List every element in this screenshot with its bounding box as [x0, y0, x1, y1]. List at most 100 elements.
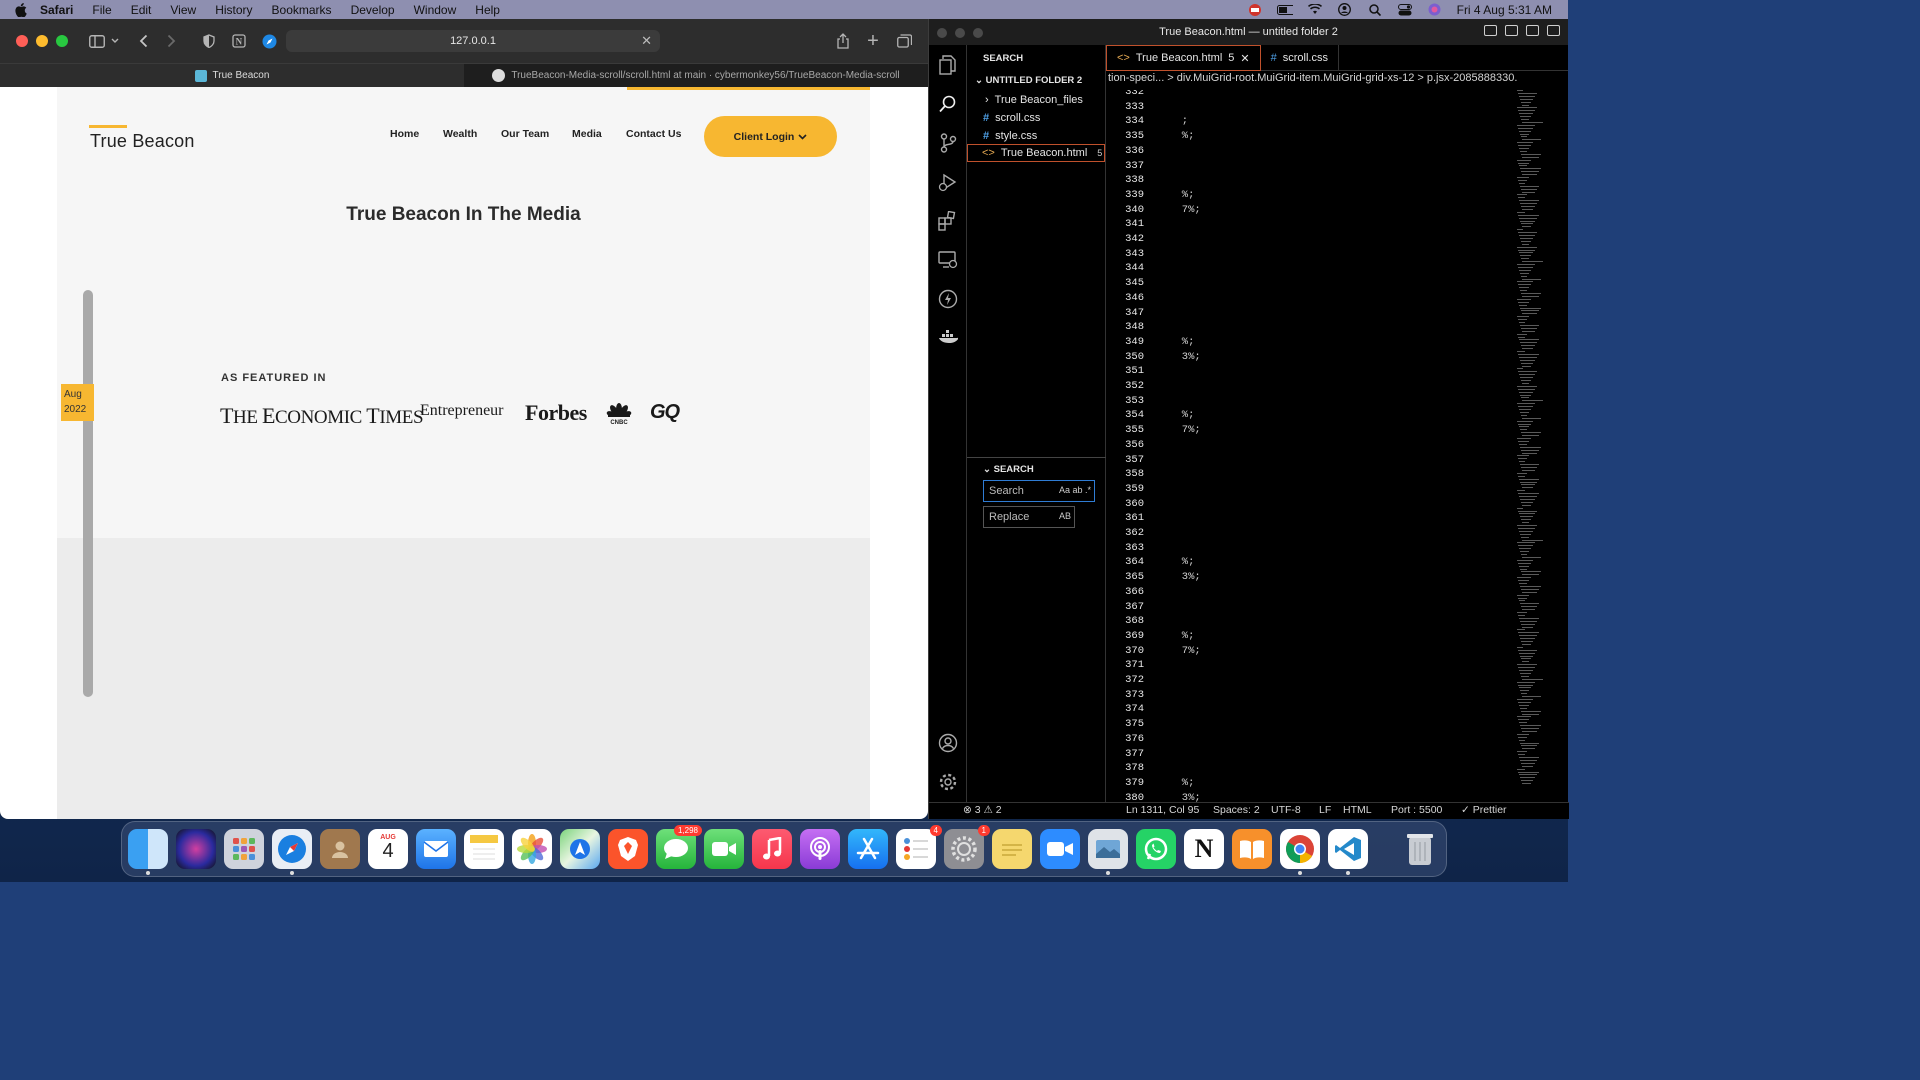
siri-icon[interactable] — [176, 829, 216, 869]
file-item-true-beacon-html[interactable]: <> True Beacon.html 5 — [967, 144, 1105, 162]
trash-icon[interactable] — [1400, 829, 1440, 869]
menu-edit[interactable]: Edit — [131, 3, 152, 17]
settings-gear-icon[interactable] — [938, 772, 958, 792]
timeline-date-badge[interactable]: Aug 2022 — [61, 384, 94, 421]
whatsapp-icon[interactable] — [1136, 829, 1176, 869]
code-line[interactable]: 348 — [1106, 321, 1144, 336]
chrome-icon[interactable] — [1280, 829, 1320, 875]
stickies-icon[interactable] — [992, 829, 1032, 869]
new-tab-icon[interactable]: + — [862, 30, 884, 52]
code-line[interactable]: 344 — [1106, 262, 1144, 277]
problems-status[interactable]: ⊗ 3 ⚠ 2 — [963, 804, 1002, 816]
code-line[interactable]: 341 — [1106, 218, 1144, 233]
language-mode-status[interactable]: HTML — [1343, 804, 1372, 816]
battery-icon[interactable] — [1276, 4, 1293, 16]
replace-input[interactable]: Replace AB — [983, 506, 1075, 528]
code-line[interactable]: 378 — [1106, 762, 1144, 777]
mail-icon[interactable] — [416, 829, 456, 869]
code-line[interactable]: 373 — [1106, 689, 1144, 704]
notion-extension-icon[interactable]: N — [228, 30, 250, 52]
code-line[interactable]: 369 %; — [1106, 630, 1194, 645]
explorer-icon[interactable] — [938, 55, 958, 75]
forward-icon[interactable] — [160, 30, 182, 52]
run-debug-icon[interactable] — [938, 172, 958, 192]
tab-true-beacon-html[interactable]: <> True Beacon.html 5 ✕ — [1106, 45, 1261, 71]
minimize-window-button[interactable] — [955, 28, 965, 38]
menu-history[interactable]: History — [215, 3, 252, 17]
apple-icon[interactable] — [14, 2, 28, 17]
code-line[interactable]: 335 %; — [1106, 130, 1194, 145]
toggle-panel-icon[interactable] — [1505, 25, 1518, 36]
indentation-status[interactable]: Spaces: 2 — [1213, 804, 1260, 816]
minimize-window-button[interactable] — [36, 35, 48, 47]
code-line[interactable]: 347 — [1106, 307, 1144, 322]
extension-compass-icon[interactable] — [258, 30, 280, 52]
close-tab-icon[interactable]: ✕ — [1240, 52, 1249, 65]
spotlight-search-icon[interactable] — [1367, 3, 1383, 16]
search-icon[interactable] — [938, 94, 958, 114]
code-line[interactable]: 363 — [1106, 542, 1144, 557]
close-window-button[interactable] — [16, 35, 28, 47]
maps-icon[interactable] — [560, 829, 600, 869]
vscode-icon[interactable] — [1328, 829, 1368, 875]
code-line[interactable]: 360 — [1106, 498, 1144, 513]
eol-status[interactable]: LF — [1319, 804, 1331, 816]
code-line[interactable]: 338 — [1106, 174, 1144, 189]
menubar-clock[interactable]: Fri 4 Aug 5:31 AM — [1457, 3, 1552, 17]
code-line[interactable]: 349 %; — [1106, 336, 1194, 351]
search-input[interactable]: Search Aa ab .* — [983, 480, 1095, 502]
menu-file[interactable]: File — [92, 3, 111, 17]
siri-icon[interactable] — [1427, 3, 1443, 16]
code-line[interactable]: 379 %; — [1106, 777, 1194, 792]
toggle-secondary-sidebar-icon[interactable] — [1526, 25, 1539, 36]
nav-contact-us[interactable]: Contact Us — [626, 128, 681, 140]
podcasts-icon[interactable] — [800, 829, 840, 869]
music-icon[interactable] — [752, 829, 792, 869]
customize-layout-icon[interactable] — [1547, 25, 1560, 36]
code-line[interactable]: 380 3%; — [1106, 792, 1201, 802]
chevron-down-icon[interactable] — [108, 30, 122, 52]
thunder-client-icon[interactable] — [938, 289, 958, 309]
menu-bookmarks[interactable]: Bookmarks — [272, 3, 332, 17]
code-line[interactable]: 333 — [1106, 101, 1144, 116]
finder-icon[interactable] — [128, 829, 168, 875]
nav-home[interactable]: Home — [390, 128, 419, 140]
code-line[interactable]: 355 7%; — [1106, 424, 1201, 439]
share-icon[interactable] — [832, 30, 854, 52]
control-center-icon[interactable] — [1397, 3, 1413, 16]
code-line[interactable]: 358 — [1106, 468, 1144, 483]
safari-icon[interactable] — [272, 829, 312, 875]
app-store-icon[interactable] — [848, 829, 888, 869]
code-line[interactable]: 359 — [1106, 483, 1144, 498]
tab-overview-icon[interactable] — [893, 30, 915, 52]
code-line[interactable]: 339 %; — [1106, 189, 1194, 204]
file-item-scroll-css[interactable]: # scroll.css — [983, 109, 1040, 127]
notion-icon[interactable]: N — [1184, 829, 1224, 869]
tab-scroll-css[interactable]: # scroll.css — [1261, 45, 1339, 71]
encoding-status[interactable]: UTF-8 — [1271, 804, 1301, 816]
code-line[interactable]: 356 — [1106, 439, 1144, 454]
launchpad-icon[interactable] — [224, 829, 264, 869]
messages-icon[interactable]: 1,298 — [656, 825, 702, 869]
code-line[interactable]: 332 — [1106, 90, 1144, 101]
books-icon[interactable] — [1232, 829, 1272, 869]
code-line[interactable]: 371 — [1106, 659, 1144, 674]
docker-icon[interactable] — [938, 328, 958, 348]
facetime-icon[interactable] — [704, 829, 744, 869]
menu-develop[interactable]: Develop — [351, 3, 395, 17]
flag-icon[interactable] — [1247, 3, 1263, 16]
code-line[interactable]: 362 — [1106, 527, 1144, 542]
brave-browser-icon[interactable] — [608, 829, 648, 869]
prettier-status[interactable]: ✓ Prettier — [1461, 804, 1507, 816]
file-item-true-beacon-files[interactable]: › True Beacon_files — [985, 91, 1083, 109]
timeline-scrollbar[interactable] — [83, 290, 93, 697]
code-line[interactable]: 375 — [1106, 718, 1144, 733]
code-line[interactable]: 340 7%; — [1106, 204, 1201, 219]
client-login-button[interactable]: Client Login — [704, 116, 837, 157]
remote-explorer-icon[interactable] — [938, 250, 958, 270]
photos-icon[interactable] — [512, 829, 552, 869]
code-line[interactable]: 377 — [1106, 748, 1144, 763]
code-line[interactable]: 342 — [1106, 233, 1144, 248]
system-settings-icon[interactable]: 1 — [944, 825, 990, 869]
code-line[interactable]: 350 3%; — [1106, 351, 1201, 366]
